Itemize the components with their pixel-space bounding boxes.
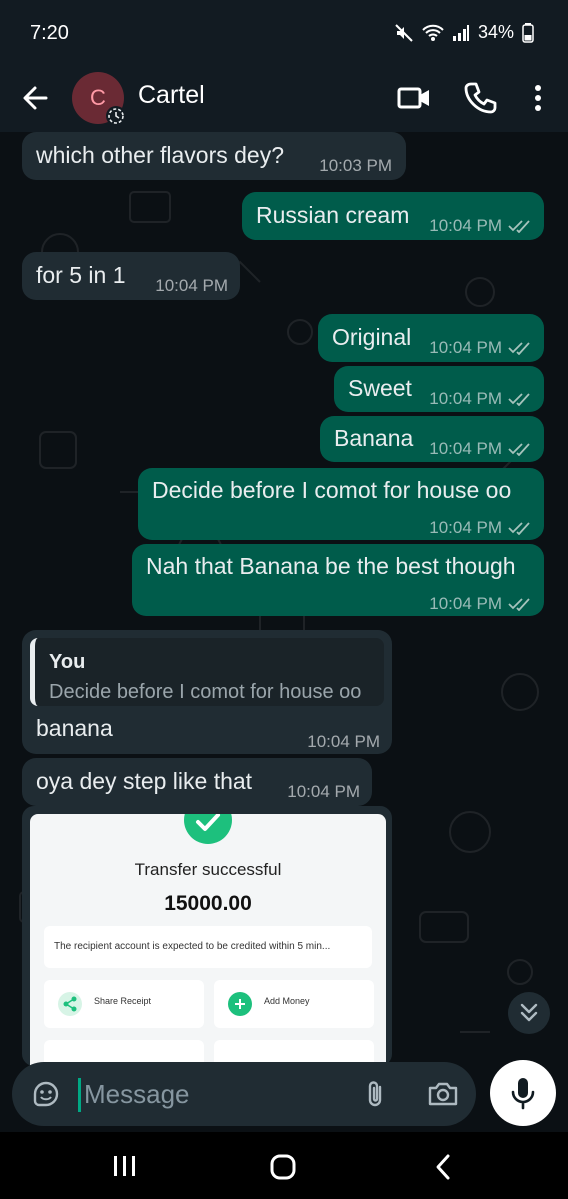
camera-button[interactable] bbox=[426, 1078, 460, 1110]
message-text: Original bbox=[332, 324, 412, 350]
receipt-amount: 15000.00 bbox=[164, 892, 252, 915]
attach-button[interactable] bbox=[360, 1078, 392, 1110]
message-bubble[interactable]: Decide before I comot for house oo 10:04… bbox=[138, 468, 544, 540]
paperclip-icon bbox=[368, 1081, 382, 1107]
sticker-icon bbox=[33, 1081, 59, 1107]
quoted-message[interactable]: You Decide before I comot for house oo bbox=[30, 638, 384, 706]
sticker-button[interactable] bbox=[30, 1078, 62, 1110]
share-icon bbox=[58, 992, 82, 1016]
voice-call-button[interactable] bbox=[462, 80, 498, 116]
video-call-button[interactable] bbox=[396, 80, 432, 116]
message-composer bbox=[0, 1052, 568, 1132]
message-time: 10:04 PM bbox=[429, 590, 532, 618]
message-time: 10:04 PM bbox=[429, 385, 532, 413]
system-back-button[interactable] bbox=[430, 1152, 458, 1182]
share-receipt-label: Share Receipt bbox=[94, 996, 152, 1006]
message-bubble[interactable]: Russian cream 10:04 PM bbox=[242, 192, 544, 240]
message-bubble[interactable]: Banana 10:04 PM bbox=[320, 416, 544, 462]
receipt-title: Transfer successful bbox=[134, 860, 282, 879]
microphone-icon bbox=[511, 1078, 535, 1110]
home-icon bbox=[270, 1154, 296, 1180]
quote-text: Decide before I comot for house oo bbox=[49, 681, 362, 703]
quote-author: You bbox=[49, 651, 86, 673]
message-text: oya dey step like that bbox=[36, 768, 253, 794]
share-receipt-tile: Share Receipt bbox=[44, 980, 204, 1028]
message-bubble[interactable]: Nah that Banana be the best though 10:04… bbox=[132, 544, 544, 616]
read-ticks-icon bbox=[508, 220, 530, 233]
read-ticks-icon bbox=[508, 393, 530, 406]
text-caret bbox=[78, 1078, 81, 1112]
battery-icon bbox=[522, 22, 534, 43]
read-ticks-icon bbox=[508, 598, 530, 611]
read-ticks-icon bbox=[508, 522, 530, 535]
message-bubble[interactable]: which other flavors dey? 10:03 PM bbox=[22, 132, 406, 180]
reply-message-bubble[interactable]: You Decide before I comot for house oo b… bbox=[22, 630, 392, 754]
message-text: Sweet bbox=[348, 375, 412, 401]
contact-name[interactable]: Cartel bbox=[138, 81, 205, 110]
message-list[interactable]: which other flavors dey? 10:03 PM Russia… bbox=[0, 132, 568, 1130]
message-time: 10:03 PM bbox=[319, 156, 392, 175]
phone-icon bbox=[464, 82, 497, 114]
add-money-tile: Add Money bbox=[214, 980, 374, 1028]
home-button[interactable] bbox=[268, 1152, 298, 1182]
message-time: 10:04 PM bbox=[287, 782, 360, 801]
status-time: 7:20 bbox=[30, 22, 69, 44]
message-input[interactable] bbox=[84, 1072, 344, 1116]
chat-header: C Cartel bbox=[0, 66, 568, 132]
message-bubble[interactable]: oya dey step like that 10:04 PM bbox=[22, 758, 372, 806]
read-ticks-icon bbox=[508, 342, 530, 355]
add-money-label: Add Money bbox=[264, 996, 310, 1006]
message-text: which other flavors dey? bbox=[36, 142, 285, 168]
scroll-to-bottom-button[interactable] bbox=[508, 992, 550, 1034]
message-time: 10:04 PM bbox=[429, 435, 532, 463]
battery-percent: 34% bbox=[477, 22, 514, 42]
check-icon bbox=[184, 814, 232, 844]
message-time: 10:04 PM bbox=[429, 514, 532, 542]
message-time: 10:04 PM bbox=[429, 334, 532, 362]
message-time: 10:04 PM bbox=[429, 212, 532, 240]
message-text: Nah that Banana be the best though bbox=[146, 553, 516, 579]
message-bubble[interactable]: Sweet 10:04 PM bbox=[334, 366, 544, 412]
message-bubble[interactable]: Original 10:04 PM bbox=[318, 314, 544, 362]
status-icons: 34% bbox=[394, 22, 534, 43]
receipt-note: The recipient account is expected to be … bbox=[44, 926, 372, 968]
more-vertical-icon bbox=[535, 85, 541, 111]
more-options-button[interactable] bbox=[522, 80, 554, 116]
message-text: for 5 in 1 bbox=[36, 262, 126, 288]
recent-apps-button[interactable] bbox=[110, 1152, 140, 1180]
add-icon bbox=[228, 992, 252, 1016]
wifi-icon bbox=[422, 24, 444, 41]
camera-icon bbox=[428, 1082, 458, 1106]
message-time: 10:04 PM bbox=[307, 732, 380, 751]
avatar[interactable]: C bbox=[72, 72, 126, 126]
message-text: Russian cream bbox=[256, 202, 410, 228]
chevrons-down-icon bbox=[520, 1003, 538, 1022]
voice-message-button[interactable] bbox=[490, 1060, 556, 1126]
signal-icon bbox=[452, 24, 469, 41]
disappearing-timer-icon bbox=[106, 106, 126, 126]
message-time: 10:04 PM bbox=[155, 276, 228, 295]
recents-icon bbox=[114, 1156, 135, 1176]
back-button[interactable] bbox=[18, 80, 54, 116]
chevron-left-icon bbox=[436, 1154, 450, 1180]
message-text: Banana bbox=[334, 425, 414, 451]
message-bubble[interactable]: for 5 in 1 10:04 PM bbox=[22, 252, 240, 300]
mute-icon bbox=[395, 23, 413, 42]
status-bar: 7:20 34% bbox=[0, 0, 568, 66]
message-text: Decide before I comot for house oo bbox=[152, 477, 512, 503]
video-camera-icon bbox=[397, 87, 429, 109]
system-nav-bar bbox=[0, 1132, 568, 1199]
arrow-left-icon bbox=[23, 86, 48, 110]
message-input-container[interactable] bbox=[12, 1062, 476, 1126]
image-message[interactable]: Transfer successful 15000.00 The recipie… bbox=[22, 806, 392, 1066]
message-text: banana bbox=[36, 715, 113, 741]
read-ticks-icon bbox=[508, 443, 530, 456]
receipt-image[interactable]: Transfer successful 15000.00 The recipie… bbox=[30, 814, 386, 1066]
